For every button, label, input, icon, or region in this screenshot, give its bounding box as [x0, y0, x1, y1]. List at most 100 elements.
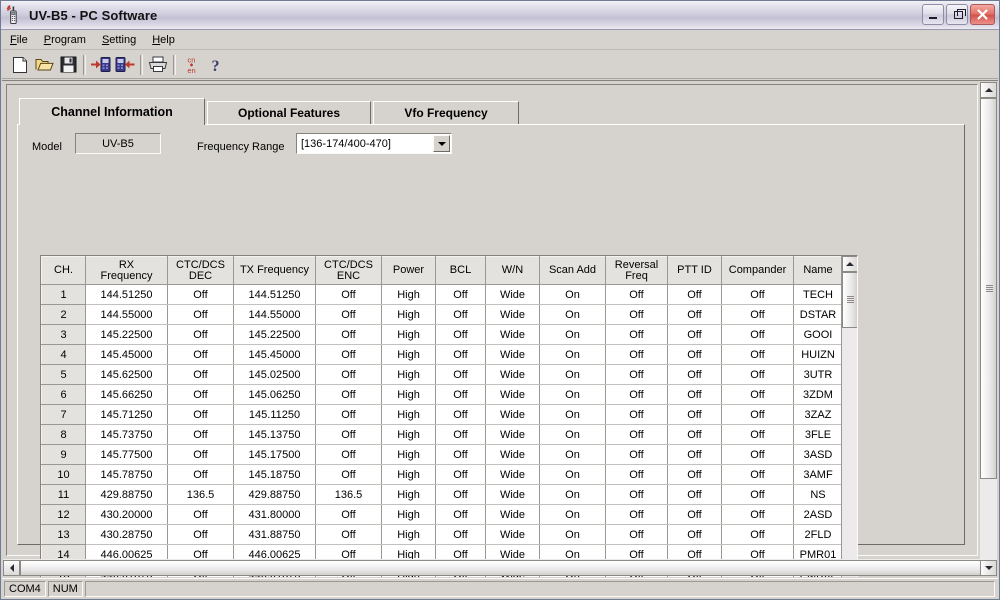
cell-6-4[interactable]: Off	[315, 404, 382, 425]
cell-11-3[interactable]: 431.80000	[233, 504, 316, 525]
column-header-5[interactable]: Power	[381, 256, 436, 285]
cell-8-10[interactable]: Off	[667, 444, 722, 465]
page-vertical-scrollbar[interactable]	[980, 82, 997, 576]
cell-10-8[interactable]: On	[539, 484, 606, 505]
cell-11-12[interactable]: 2ASD	[793, 504, 843, 525]
cell-12-4[interactable]: Off	[315, 524, 382, 545]
cell-12-12[interactable]: 2FLD	[793, 524, 843, 545]
tab-optional-features[interactable]: Optional Features	[207, 101, 371, 125]
column-header-8[interactable]: Scan Add	[539, 256, 606, 285]
row-header-cell[interactable]: 8	[41, 424, 86, 445]
cell-8-11[interactable]: Off	[721, 444, 794, 465]
cell-12-2[interactable]: Off	[167, 524, 234, 545]
row-header-cell[interactable]: 3	[41, 324, 86, 345]
table-row[interactable]: 5 145.62500 Off 145.02500 Off High Off Wide On Of…	[41, 364, 843, 385]
cell-4-1[interactable]: 145.62500	[85, 364, 168, 385]
cell-0-9[interactable]: Off	[605, 284, 668, 305]
cell-3-10[interactable]: Off	[667, 344, 722, 365]
cell-7-7[interactable]: Wide	[485, 424, 540, 445]
row-header-cell[interactable]: 5	[41, 364, 86, 385]
cell-5-1[interactable]: 145.66250	[85, 384, 168, 405]
cell-0-3[interactable]: 144.51250	[233, 284, 316, 305]
cell-1-1[interactable]: 144.55000	[85, 304, 168, 325]
column-header-7[interactable]: W/N	[485, 256, 540, 285]
cell-2-9[interactable]: Off	[605, 324, 668, 345]
cell-5-2[interactable]: Off	[167, 384, 234, 405]
cell-10-2[interactable]: 136.5	[167, 484, 234, 505]
cell-3-6[interactable]: Off	[435, 344, 486, 365]
write-to-radio-button[interactable]	[113, 53, 137, 76]
cell-8-7[interactable]: Wide	[485, 444, 540, 465]
frequency-range-select[interactable]: [136-174/400-470]	[296, 133, 452, 154]
cell-3-1[interactable]: 145.45000	[85, 344, 168, 365]
cell-2-2[interactable]: Off	[167, 324, 234, 345]
menu-item-file[interactable]: File	[2, 32, 36, 48]
cell-6-6[interactable]: Off	[435, 404, 486, 425]
cell-11-11[interactable]: Off	[721, 504, 794, 525]
cell-3-2[interactable]: Off	[167, 344, 234, 365]
cell-10-11[interactable]: Off	[721, 484, 794, 505]
cell-3-4[interactable]: Off	[315, 344, 382, 365]
row-header-cell[interactable]: 13	[41, 524, 86, 545]
cell-9-7[interactable]: Wide	[485, 464, 540, 485]
restore-button[interactable]	[946, 4, 968, 25]
grid-vertical-scrollbar[interactable]	[841, 256, 857, 577]
column-header-9[interactable]: Reversal Freq	[605, 256, 668, 285]
cell-0-1[interactable]: 144.51250	[85, 284, 168, 305]
page-scroll-left-button[interactable]	[3, 559, 20, 576]
cell-7-4[interactable]: Off	[315, 424, 382, 445]
table-row[interactable]: 3 145.22500 Off 145.22500 Off High Off Wide On Of…	[41, 324, 843, 345]
menu-item-setting[interactable]: Setting	[94, 32, 144, 48]
cell-1-6[interactable]: Off	[435, 304, 486, 325]
cell-4-4[interactable]: Off	[315, 364, 382, 385]
cell-7-3[interactable]: 145.13750	[233, 424, 316, 445]
cell-3-7[interactable]: Wide	[485, 344, 540, 365]
cell-6-3[interactable]: 145.11250	[233, 404, 316, 425]
row-header-cell[interactable]: 10	[41, 464, 86, 485]
table-row[interactable]: 1 144.51250 Off 144.51250 Off High Off Wide On Of…	[41, 284, 843, 305]
row-header-cell[interactable]: 12	[41, 504, 86, 525]
cell-8-6[interactable]: Off	[435, 444, 486, 465]
cell-10-10[interactable]: Off	[667, 484, 722, 505]
chevron-down-icon[interactable]	[433, 135, 450, 152]
cell-6-10[interactable]: Off	[667, 404, 722, 425]
column-header-12[interactable]: Name	[793, 256, 843, 285]
cell-12-5[interactable]: High	[381, 524, 436, 545]
cell-3-3[interactable]: 145.45000	[233, 344, 316, 365]
table-row[interactable]: 12 430.20000 Off 431.80000 Off High Off Wide On O…	[41, 504, 843, 525]
row-header-cell[interactable]: 9	[41, 444, 86, 465]
column-header-1[interactable]: RX Frequency	[85, 256, 168, 285]
table-row[interactable]: 11 429.88750 136.5 429.88750 136.5 High Off Wid…	[41, 484, 843, 505]
cell-8-12[interactable]: 3ASD	[793, 444, 843, 465]
column-header-11[interactable]: Compander	[721, 256, 794, 285]
cell-9-11[interactable]: Off	[721, 464, 794, 485]
cell-7-5[interactable]: High	[381, 424, 436, 445]
cell-6-5[interactable]: High	[381, 404, 436, 425]
cell-4-5[interactable]: High	[381, 364, 436, 385]
cell-12-6[interactable]: Off	[435, 524, 486, 545]
cell-8-8[interactable]: On	[539, 444, 606, 465]
cell-7-10[interactable]: Off	[667, 424, 722, 445]
row-header-cell[interactable]: 1	[41, 284, 86, 305]
cell-9-4[interactable]: Off	[315, 464, 382, 485]
cell-12-10[interactable]: Off	[667, 524, 722, 545]
cell-12-7[interactable]: Wide	[485, 524, 540, 545]
cell-8-2[interactable]: Off	[167, 444, 234, 465]
grid-scroll-up-button[interactable]	[842, 256, 857, 272]
cell-8-3[interactable]: 145.17500	[233, 444, 316, 465]
cell-1-7[interactable]: Wide	[485, 304, 540, 325]
cell-1-11[interactable]: Off	[721, 304, 794, 325]
cell-2-1[interactable]: 145.22500	[85, 324, 168, 345]
cell-2-8[interactable]: On	[539, 324, 606, 345]
page-scroll-thumb[interactable]	[980, 98, 997, 479]
cell-1-12[interactable]: DSTAR	[793, 304, 843, 325]
cell-0-12[interactable]: TECH	[793, 284, 843, 305]
cell-12-11[interactable]: Off	[721, 524, 794, 545]
cell-3-11[interactable]: Off	[721, 344, 794, 365]
cell-4-11[interactable]: Off	[721, 364, 794, 385]
cell-2-6[interactable]: Off	[435, 324, 486, 345]
cell-9-8[interactable]: On	[539, 464, 606, 485]
cell-4-10[interactable]: Off	[667, 364, 722, 385]
cell-11-1[interactable]: 430.20000	[85, 504, 168, 525]
cell-5-7[interactable]: Wide	[485, 384, 540, 405]
